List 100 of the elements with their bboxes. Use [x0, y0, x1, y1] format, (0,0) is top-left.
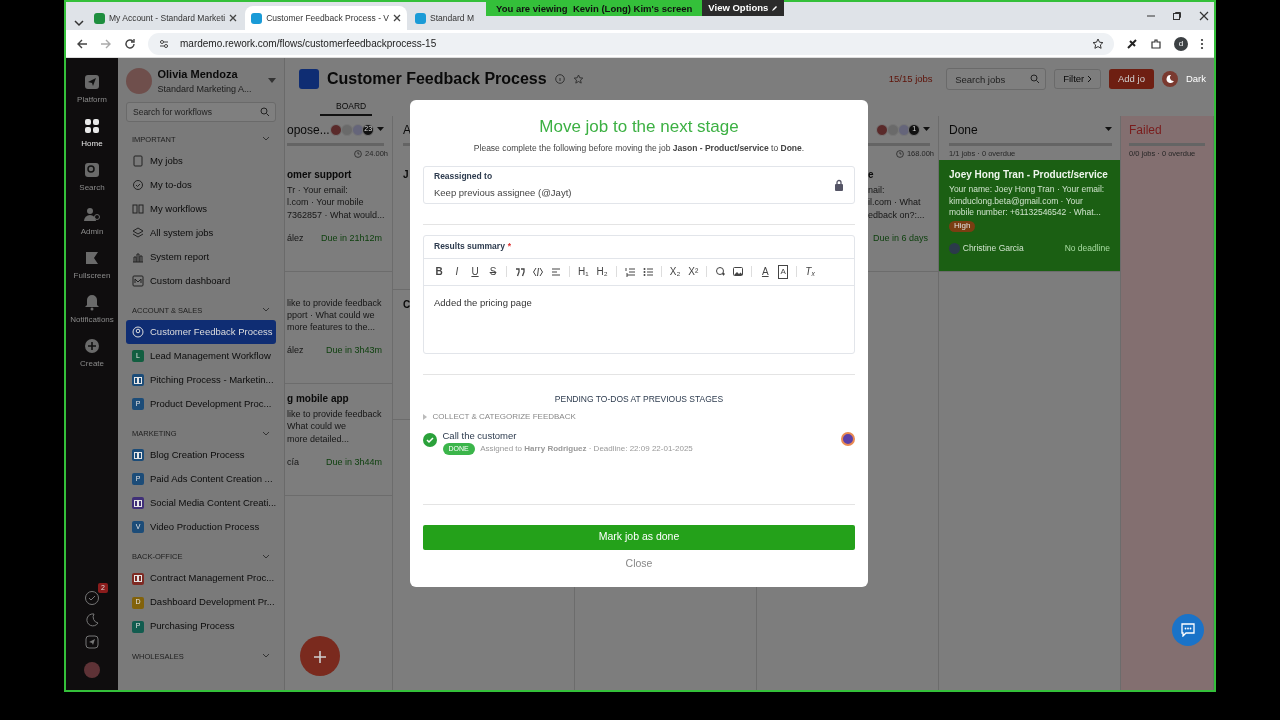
add-job-button[interactable]: Add jo [1109, 68, 1154, 90]
sidebar-item[interactable]: Contract Management Proc... [126, 566, 276, 591]
profile-avatar[interactable]: d [1174, 36, 1188, 51]
avatar [886, 123, 899, 136]
italic-button[interactable]: I [452, 264, 462, 279]
address-bar[interactable]: mardemo.rework.com/flows/customerfeedbackprocess-15 [148, 32, 1114, 55]
sidebar-item[interactable]: My jobs [126, 148, 276, 173]
underline-button[interactable]: U [470, 264, 480, 279]
rail-item[interactable]: Fullscreen [67, 246, 117, 284]
rail-item[interactable]: Admin [67, 202, 117, 240]
job-search-field[interactable]: Search jobs [946, 68, 1047, 90]
superscript-button[interactable]: X² [688, 264, 699, 279]
section-heading: PENDING TO-DOS AT PREVIOUS STAGES [553, 392, 725, 406]
browser-tab[interactable]: My Account - Standard Marketi [88, 6, 244, 30]
due-label: Due in 3h43m [325, 344, 382, 357]
card-title: g mobile app [287, 392, 349, 406]
info-icon[interactable] [554, 74, 565, 84]
rail-item[interactable]: Search [67, 158, 117, 196]
card-description: il.com · What [868, 196, 921, 209]
board-tab[interactable]: BOARD [320, 100, 373, 116]
card-description: more detailed... [287, 432, 350, 445]
site-settings-icon[interactable] [158, 37, 170, 50]
bar-chart-icon [132, 250, 144, 263]
avatar [330, 123, 342, 136]
field-label: Reassigned to [434, 170, 494, 183]
strikethrough-button[interactable]: S [488, 264, 498, 279]
workflow-search-field[interactable]: Search for workflows [126, 101, 276, 122]
sidebar-item[interactable]: Custom dashboard [126, 268, 276, 293]
star-icon[interactable] [572, 73, 584, 85]
subscript-button[interactable]: X₂ [669, 264, 681, 279]
card-title: Joey Hong Tran - Product/service [949, 168, 1108, 182]
clipboard-icon [132, 154, 144, 167]
sidebar-item[interactable]: Customer Feedback Process [126, 320, 276, 344]
close-button[interactable]: Close [619, 555, 659, 573]
caret-down-icon[interactable] [923, 127, 930, 132]
link-icon [715, 266, 726, 278]
sidebar-item[interactable]: My to-dos [126, 172, 276, 197]
stage-name[interactable]: COLLECT & CATEGORIZE FEEDBACK [432, 411, 576, 423]
close-icon[interactable] [393, 14, 402, 22]
caret-down-icon[interactable] [377, 127, 384, 132]
check-circle-icon[interactable] [84, 590, 100, 606]
view-options-button[interactable]: View Options [702, 0, 785, 16]
browser-tab[interactable]: Standard M [409, 6, 480, 30]
close-icon[interactable] [229, 14, 238, 22]
theme-label[interactable]: Dark [1185, 71, 1206, 87]
text-color-button[interactable]: A [760, 264, 771, 279]
job-card[interactable]: Joey Hong Tran - Product/service Your name: Joey Hong Tran · Your email: kimduclong.beta@gmail.com · Your mobile number: +61132546542 · What... High Christine Garcia No deadline [939, 160, 1120, 272]
rail-item[interactable]: Home [67, 114, 117, 152]
editor-field[interactable]: Added the pricing page [424, 285, 854, 353]
image-button[interactable] [733, 264, 744, 279]
person-circle-icon [132, 326, 144, 338]
bold-button[interactable]: B [434, 264, 444, 279]
clear-format-button[interactable]: Tₓ [805, 264, 816, 279]
send-icon[interactable] [84, 634, 100, 650]
heading-two-button[interactable]: H₂ [596, 264, 608, 279]
filter-button[interactable]: Filter [1054, 68, 1101, 90]
extension-icon[interactable] [1126, 37, 1138, 50]
sidebar-item[interactable]: All system jobs [126, 220, 276, 245]
align-icon [551, 266, 561, 278]
caret-down-icon[interactable] [1105, 127, 1112, 132]
moon-toggle-icon[interactable] [1161, 71, 1178, 87]
search-icon[interactable] [1030, 74, 1041, 84]
todo-meta: Assigned to Harry Rodriguez · Deadline: 22:09 22-01-2025 [480, 443, 693, 455]
dashboard-icon [132, 274, 144, 287]
highlight-button[interactable]: A [778, 264, 789, 279]
sidebar-item[interactable]: My workflows [126, 196, 276, 221]
search-icon[interactable] [260, 106, 270, 117]
restore-icon[interactable] [1172, 11, 1182, 21]
clock-icon [354, 150, 363, 158]
moon-icon[interactable] [84, 612, 100, 628]
star-icon[interactable] [1092, 37, 1104, 50]
card-title: omer support [287, 168, 352, 182]
heading-one-button[interactable]: H₁ [578, 264, 589, 279]
close-icon[interactable] [1198, 11, 1209, 21]
rail-item[interactable]: Create [67, 334, 117, 372]
more-icon[interactable] [1200, 37, 1204, 50]
caret-down-icon[interactable] [268, 78, 276, 84]
avatar [876, 123, 888, 136]
pencil-icon [771, 4, 779, 12]
reload-icon[interactable] [124, 37, 136, 50]
sidebar-item[interactable]: Pitching Process - Marketin... [126, 368, 276, 392]
rail-item[interactable]: Notifications [67, 290, 117, 328]
sidebar-item[interactable]: System report [126, 244, 276, 269]
share-banner: You are viewing Kevin (Long) Kim's screen [486, 0, 703, 16]
required-marker: * [507, 240, 511, 253]
card-description: edback on?:... [868, 208, 925, 221]
puzzle-icon[interactable] [1150, 37, 1162, 50]
rail-item[interactable]: Platform [67, 70, 117, 108]
reassigned-field[interactable]: Reassigned to Keep previous assignee (@Jayt) [423, 166, 855, 204]
check-circle-icon[interactable] [423, 432, 437, 447]
card-title: e [868, 168, 874, 182]
link-button[interactable] [715, 264, 726, 279]
add-fab[interactable] [300, 636, 340, 676]
modal-subtitle: Please complete the following before moving the job Jason - Product/service to Done. [472, 142, 806, 155]
card-description: What could we [287, 420, 347, 433]
column-title: A [403, 121, 411, 139]
sidebar-item[interactable]: Social Media Content Creati... [126, 491, 276, 516]
sidebar-item[interactable]: Blog Creation Process [126, 443, 276, 468]
browser-tab[interactable]: Customer Feedback Process - V [245, 6, 408, 30]
back-icon[interactable] [76, 37, 88, 50]
